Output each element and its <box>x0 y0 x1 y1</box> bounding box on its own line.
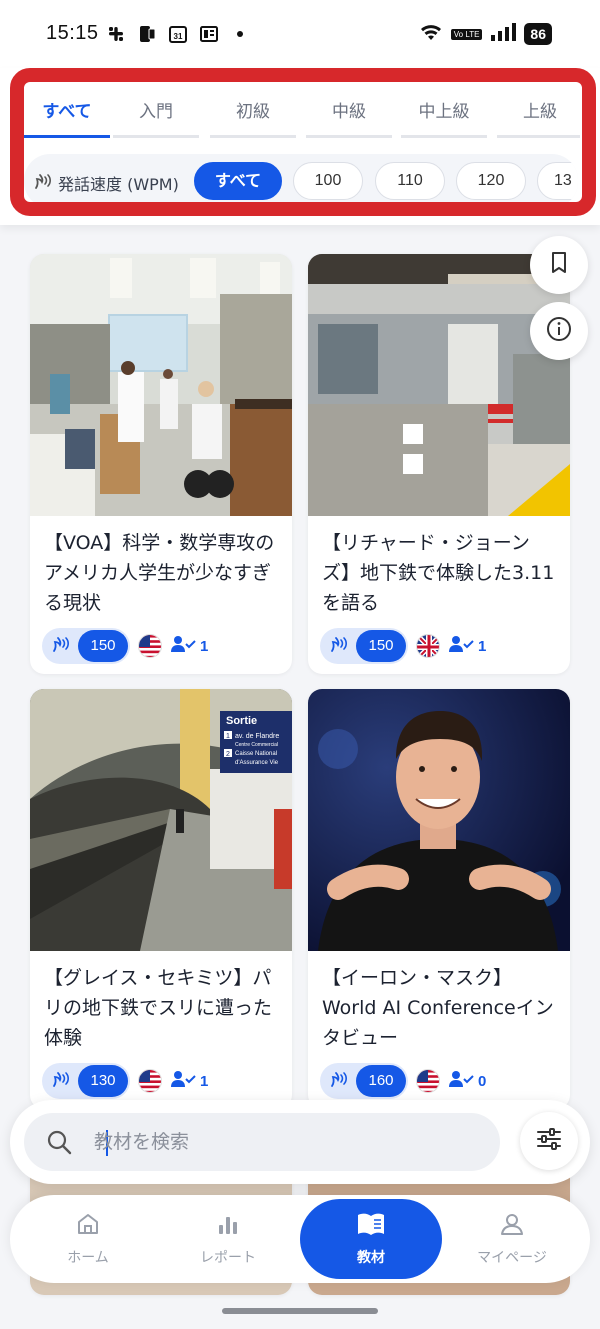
learner-count-value: 1 <box>478 637 487 655</box>
sign-title: Sortie <box>226 715 257 727</box>
learner-check-icon <box>448 634 474 658</box>
nav-mypage-label: マイページ <box>477 1250 547 1266</box>
card-title: 【リチャード・ジョーンズ】地下鉄で体験した3.11を語る <box>322 532 555 614</box>
status-bar: 15:15 31 Vo LTE 86 <box>0 0 600 68</box>
card-title: 【グレイス・セキミツ】パリの地下鉄でスリに遭った体験 <box>44 967 273 1049</box>
us-flag-icon <box>416 1069 440 1093</box>
learner-check-icon <box>448 1069 474 1093</box>
battery-indicator: 86 <box>524 23 552 45</box>
speech-speed-icon <box>328 633 350 659</box>
volte-badge: Vo LTE <box>450 28 483 40</box>
speech-speed-icon <box>50 1068 72 1094</box>
subway-train-photo <box>308 254 570 516</box>
home-indicator[interactable] <box>222 1308 378 1314</box>
wifi-icon <box>419 22 443 46</box>
sign-line: Centre Commercial <box>235 742 278 748</box>
nav-report[interactable]: レポート <box>168 1195 288 1283</box>
chart-icon <box>215 1211 241 1241</box>
material-card[interactable]: Sortie 1 av. de Flandre Centre Commercia… <box>30 689 292 1109</box>
us-flag-icon <box>138 1069 162 1093</box>
home-icon <box>75 1211 101 1241</box>
person-icon <box>499 1211 525 1241</box>
filter-button[interactable] <box>520 1112 578 1170</box>
search-bar <box>10 1100 590 1184</box>
card-meta: 150 1 <box>320 628 486 664</box>
card-meta: 150 1 <box>42 628 208 664</box>
book-icon <box>356 1211 386 1241</box>
learner-count-value: 0 <box>478 1072 487 1090</box>
material-card[interactable]: 【リチャード・ジョーンズ】地下鉄で体験した3.11を語る 150 1 <box>308 254 570 674</box>
laboratory-photo <box>30 254 292 516</box>
us-flag-icon <box>138 634 162 658</box>
signal-icon <box>490 22 517 46</box>
sign-line: d'Assurance Vie <box>235 760 279 766</box>
nav-home-label: ホーム <box>67 1250 109 1266</box>
learner-count-value: 1 <box>200 637 209 655</box>
learner-count: 0 <box>448 1069 486 1093</box>
search-input[interactable] <box>94 1125 484 1159</box>
news-icon <box>199 24 219 44</box>
nav-home[interactable]: ホーム <box>28 1195 148 1283</box>
search-field[interactable] <box>24 1113 500 1171</box>
portrait-photo <box>308 689 570 951</box>
search-icon <box>46 1129 72 1159</box>
nav-materials[interactable]: 教材 <box>300 1199 442 1279</box>
learner-count: 1 <box>170 634 208 658</box>
nav-materials-label: 教材 <box>357 1250 385 1266</box>
wpm-value: 130 <box>78 1065 128 1097</box>
nav-mypage[interactable]: マイページ <box>452 1195 572 1283</box>
sign-number: 2 <box>226 751 230 758</box>
card-meta: 130 1 <box>42 1063 208 1099</box>
material-card[interactable]: 【VOA】科学・数学専攻のアメリカ人学生が少なすぎる現状 150 1 <box>30 254 292 674</box>
status-time: 15:15 <box>46 22 99 44</box>
learner-check-icon <box>170 1069 196 1093</box>
info-icon <box>546 316 572 346</box>
device-icon <box>137 24 157 44</box>
highlight-frame <box>10 68 596 216</box>
bookmark-button[interactable] <box>530 236 588 294</box>
sign-number: 1 <box>226 733 230 740</box>
wpm-value: 160 <box>356 1065 406 1097</box>
sliders-icon <box>536 1127 562 1155</box>
calendar-day: 31 <box>174 32 183 41</box>
learner-count: 1 <box>448 634 486 658</box>
slack-icon <box>106 24 126 44</box>
paris-metro-photo: Sortie 1 av. de Flandre Centre Commercia… <box>30 689 292 951</box>
info-button[interactable] <box>530 302 588 360</box>
card-title: 【イーロン・マスク】World AI Conferenceインタビュー <box>322 967 554 1049</box>
wpm-badge: 150 <box>320 628 408 664</box>
speech-speed-icon <box>50 633 72 659</box>
wpm-badge: 130 <box>42 1063 130 1099</box>
learner-count: 1 <box>170 1069 208 1093</box>
speech-speed-icon <box>328 1068 350 1094</box>
wpm-badge: 160 <box>320 1063 408 1099</box>
calendar-icon: 31 <box>168 24 188 44</box>
card-meta: 160 0 <box>320 1063 486 1099</box>
card-title: 【VOA】科学・数学専攻のアメリカ人学生が少なすぎる現状 <box>44 532 275 614</box>
bookmark-icon <box>548 251 570 279</box>
wpm-badge: 150 <box>42 628 130 664</box>
nav-report-label: レポート <box>200 1250 256 1266</box>
material-card[interactable]: 【イーロン・マスク】World AI Conferenceインタビュー 160 … <box>308 689 570 1109</box>
wpm-value: 150 <box>78 630 128 662</box>
dot-icon <box>230 24 250 44</box>
learner-count-value: 1 <box>200 1072 209 1090</box>
uk-flag-icon <box>416 634 440 658</box>
sign-line: Caisse National <box>235 751 277 757</box>
wpm-value: 150 <box>356 630 406 662</box>
sign-line: av. de Flandre <box>235 733 279 740</box>
learner-check-icon <box>170 634 196 658</box>
bottom-navigation: ホーム レポート 教材 マイページ <box>10 1195 590 1283</box>
